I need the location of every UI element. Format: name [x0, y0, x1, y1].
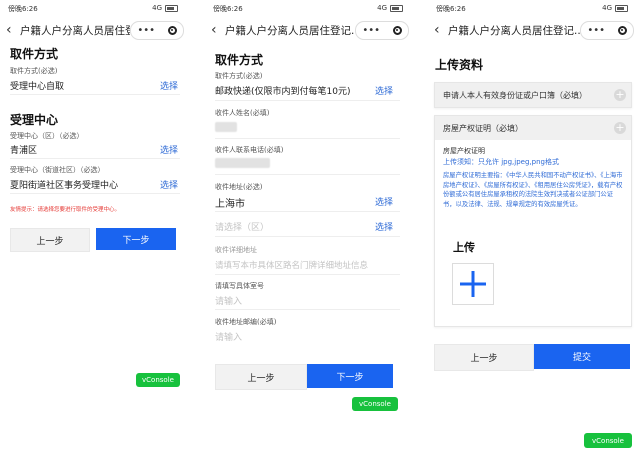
- signal-text: 4G: [152, 4, 162, 12]
- id-card-title: 申请人本人有效身份证或户口簿（必填）: [435, 83, 631, 107]
- street-value[interactable]: 夏阳街道社区事务受理中心: [10, 178, 118, 191]
- doc-name: 房屋产权证明: [443, 147, 485, 155]
- zip-input[interactable]: 请输入: [215, 330, 242, 343]
- select-district-link[interactable]: 选择: [375, 220, 393, 233]
- miniapp-capsule: •••: [580, 20, 634, 40]
- zip-label: 收件地址邮编(必填): [215, 318, 277, 326]
- status-time: 傍晚6:26: [436, 5, 466, 13]
- room-label: 请填写具体室号: [215, 282, 264, 290]
- close-target-icon[interactable]: [167, 25, 177, 35]
- detail-label: 收件详细地址: [215, 246, 257, 254]
- more-icon[interactable]: •••: [137, 25, 155, 36]
- district-placeholder[interactable]: 请选择（区）: [215, 220, 269, 233]
- back-icon[interactable]: ‹: [434, 22, 448, 38]
- signal-text: 4G: [377, 4, 387, 12]
- expand-plus-icon[interactable]: +: [614, 122, 626, 134]
- back-icon[interactable]: ‹: [6, 22, 20, 38]
- upload-add-button[interactable]: [452, 263, 494, 305]
- detail-input[interactable]: 请填写本市具体区路名门牌详细地址信息: [215, 259, 368, 271]
- screen-upload-documents: 傍晚6:26 4G ‹ 户籍人户分离人员居住登记... ••• 上传资料 申请人…: [428, 0, 640, 450]
- divider: [10, 94, 180, 95]
- back-icon[interactable]: ‹: [211, 22, 225, 38]
- select-district-link[interactable]: 选择: [160, 143, 178, 156]
- status-indicators: 4G: [602, 4, 628, 12]
- divider: [10, 193, 180, 194]
- next-button[interactable]: 下一步: [307, 364, 393, 388]
- prev-button[interactable]: 上一步: [215, 364, 307, 390]
- close-target-icon[interactable]: [392, 25, 402, 35]
- method-label: 取件方式(必选): [215, 72, 263, 80]
- property-proof-section: 房屋产权证明（必填） + 房屋产权证明 上传须知：只允许 jpg,jpeg,pn…: [434, 115, 632, 327]
- tip-text: 友情提示：请选择您要进行取件的受理中心。: [10, 207, 121, 213]
- method-value[interactable]: 邮政快递(仅限市内到付每笔10元): [215, 84, 350, 97]
- property-proof-title: 房屋产权证明（必填）: [435, 116, 631, 140]
- status-indicators: 4G: [152, 4, 178, 12]
- prev-button[interactable]: 上一步: [10, 228, 90, 252]
- upload-note: 上传须知：只允许 jpg,jpeg,png格式: [443, 158, 559, 166]
- nav-title: 户籍人户分离人员居住登记...: [448, 24, 580, 37]
- page-title: 上传资料: [435, 58, 484, 72]
- screen-postal-delivery: 傍晚6:26 4G ‹ 户籍人户分离人员居住登记... ••• 取件方式 取件方…: [205, 0, 415, 450]
- divider: [215, 274, 400, 275]
- address-label: 收件地址(必选): [215, 183, 263, 191]
- submit-button[interactable]: 提交: [534, 344, 630, 369]
- status-time: 傍晚6:26: [213, 5, 243, 13]
- more-icon[interactable]: •••: [587, 25, 605, 36]
- section-title-center: 受理中心: [10, 113, 59, 127]
- divider: [215, 138, 400, 139]
- room-input[interactable]: 请输入: [215, 294, 242, 307]
- phone-label: 收件人联系电话(必填): [215, 146, 284, 154]
- signal-text: 4G: [602, 4, 612, 12]
- vconsole-button[interactable]: vConsole: [584, 433, 632, 448]
- status-indicators: 4G: [377, 4, 403, 12]
- navbar: ‹ 户籍人户分离人员居住登记... •••: [434, 20, 634, 40]
- miniapp-capsule: •••: [130, 20, 184, 40]
- battery-icon: [165, 4, 178, 12]
- battery-icon: [615, 4, 628, 12]
- id-card-section[interactable]: 申请人本人有效身份证或户口簿（必填） +: [434, 82, 632, 108]
- name-value-redacted[interactable]: [215, 122, 237, 132]
- divider: [215, 236, 400, 237]
- divider: [215, 174, 400, 175]
- divider: [215, 211, 400, 212]
- screen-pickup-center: 傍晚6:26 4G ‹ 户籍人户分离人员居住登记... ••• 取件方式 取件方…: [0, 0, 190, 450]
- phone-value-redacted[interactable]: [215, 158, 270, 168]
- district-label: 受理中心（区）（必选）: [10, 132, 84, 140]
- more-icon[interactable]: •••: [362, 25, 380, 36]
- expand-plus-icon[interactable]: +: [614, 89, 626, 101]
- method-value[interactable]: 受理中心自取: [10, 79, 64, 92]
- divider: [215, 309, 400, 310]
- vconsole-button[interactable]: vConsole: [136, 373, 180, 387]
- next-button[interactable]: 下一步: [96, 228, 176, 250]
- nav-title: 户籍人户分离人员居住登记...: [20, 24, 130, 37]
- select-city-link[interactable]: 选择: [375, 195, 393, 208]
- section-title-pickup: 取件方式: [10, 47, 59, 61]
- method-label: 取件方式(必选): [10, 67, 58, 75]
- vconsole-button[interactable]: vConsole: [352, 397, 398, 411]
- district-value[interactable]: 青浦区: [10, 143, 37, 156]
- doc-description: 房屋产权证明主要指：《中华人民共和国不动产权证书》、《上海市房地产权证》、《房屋…: [443, 172, 623, 208]
- select-street-link[interactable]: 选择: [160, 178, 178, 191]
- navbar: ‹ 户籍人户分离人员居住登记... •••: [211, 20, 409, 40]
- upload-label: 上传: [453, 241, 475, 254]
- miniapp-capsule: •••: [355, 20, 409, 40]
- name-label: 收件人姓名(必填): [215, 109, 270, 117]
- street-label: 受理中心（街道社区）（必选）: [10, 166, 105, 174]
- select-method-link[interactable]: 选择: [375, 84, 393, 97]
- select-method-link[interactable]: 选择: [160, 79, 178, 92]
- navbar: ‹ 户籍人户分离人员居住登记... •••: [6, 20, 184, 40]
- prev-button[interactable]: 上一步: [434, 344, 534, 371]
- close-target-icon[interactable]: [617, 25, 627, 35]
- section-title-pickup: 取件方式: [215, 53, 264, 67]
- battery-icon: [390, 4, 403, 12]
- status-time: 傍晚6:26: [8, 5, 38, 13]
- add-plus-icon: [460, 271, 486, 297]
- nav-title: 户籍人户分离人员居住登记...: [225, 24, 355, 37]
- divider: [215, 100, 400, 101]
- city-value[interactable]: 上海市: [215, 195, 245, 210]
- divider: [10, 158, 180, 159]
